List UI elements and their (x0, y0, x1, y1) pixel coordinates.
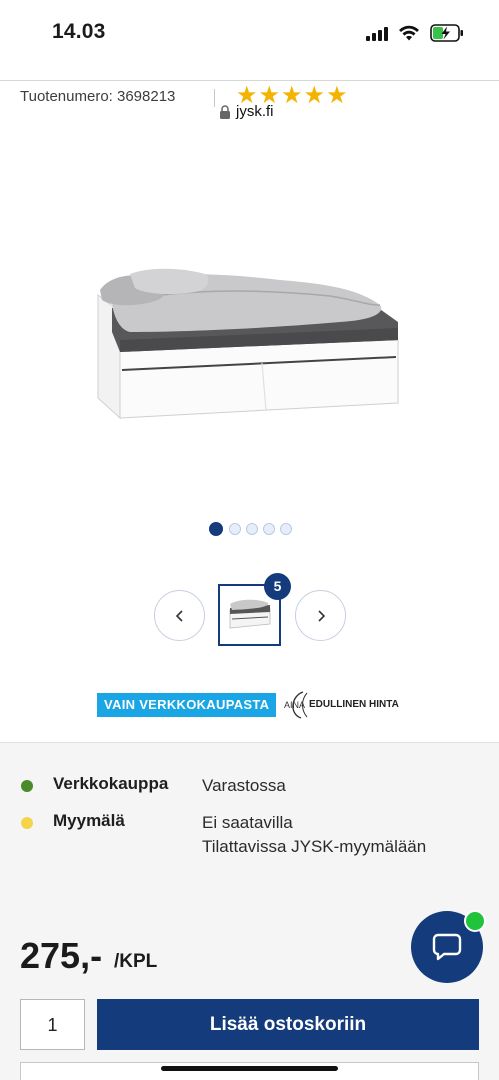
divider (0, 80, 499, 81)
availability-channel-label: Verkkokauppa (53, 774, 169, 793)
signal-icon (366, 27, 388, 41)
product-number: Tuotenumero: 3698213 (20, 88, 176, 105)
thumbnail-count-badge: 5 (264, 573, 291, 600)
status-time: 14.03 (52, 20, 106, 43)
address-bar[interactable]: jysk.fi (0, 50, 499, 120)
gallery-dot-3[interactable] (246, 523, 258, 535)
chevron-right-icon (318, 610, 326, 622)
secondary-action-button[interactable] (20, 1062, 479, 1080)
chevron-left-icon (175, 610, 183, 622)
availability-note: Tilattavissa JYSK-myymälään (202, 837, 427, 856)
lock-icon (220, 105, 230, 119)
unavailable-indicator (21, 817, 33, 829)
price-unit: /KPL (114, 951, 158, 972)
low-price-label: EDULLINEN HINTA (309, 699, 399, 710)
availability-status: Varastossa (202, 776, 286, 795)
bed-with-drawers-image[interactable] (90, 260, 402, 425)
chat-online-indicator (464, 910, 486, 932)
divider (214, 89, 215, 107)
gallery-dot-2[interactable] (229, 523, 241, 535)
gallery-dot-4[interactable] (263, 523, 275, 535)
home-indicator (161, 1066, 338, 1071)
quantity-input[interactable]: 1 (20, 999, 85, 1050)
gallery-dot-1[interactable] (209, 522, 223, 536)
wifi-icon (399, 25, 419, 41)
gallery-prev-button[interactable] (154, 590, 205, 641)
battery-charging-icon (430, 24, 463, 42)
low-price-prefix: AINA (284, 700, 306, 710)
in-stock-indicator (21, 780, 33, 792)
add-to-cart-button[interactable]: Lisää ostoskoriin (97, 999, 479, 1050)
product-price: 275,- (20, 935, 103, 976)
gallery-dot-5[interactable] (280, 523, 292, 535)
status-bar: 14.03 (0, 0, 499, 50)
availability-status: Ei saatavilla (202, 813, 293, 832)
rating-stars[interactable]: ★★★★★ (236, 83, 349, 109)
online-only-badge: VAIN VERKKOKAUPASTA (97, 693, 277, 717)
availability-channel-label: Myymälä (53, 811, 125, 830)
gallery-next-button[interactable] (295, 590, 346, 641)
chat-bubble-icon (432, 933, 462, 961)
